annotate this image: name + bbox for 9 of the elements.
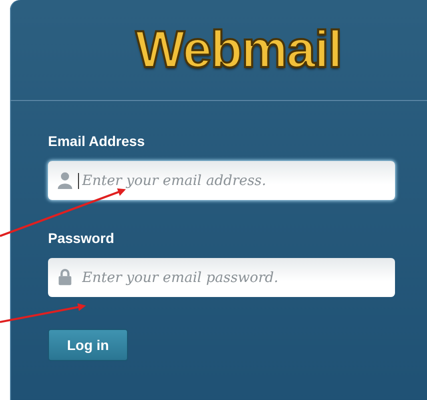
input-field[interactable]: Enter your email address. [48,161,395,200]
login-button[interactable]: Log in [48,329,128,361]
lock-icon [56,268,74,286]
logo-text: Webmail [136,20,342,80]
input-field[interactable]: Enter your email password. [48,258,395,297]
field-label: Email Address [48,133,146,149]
person-icon [56,171,74,189]
field-label: Password [48,230,116,246]
text-cursor [78,173,79,189]
